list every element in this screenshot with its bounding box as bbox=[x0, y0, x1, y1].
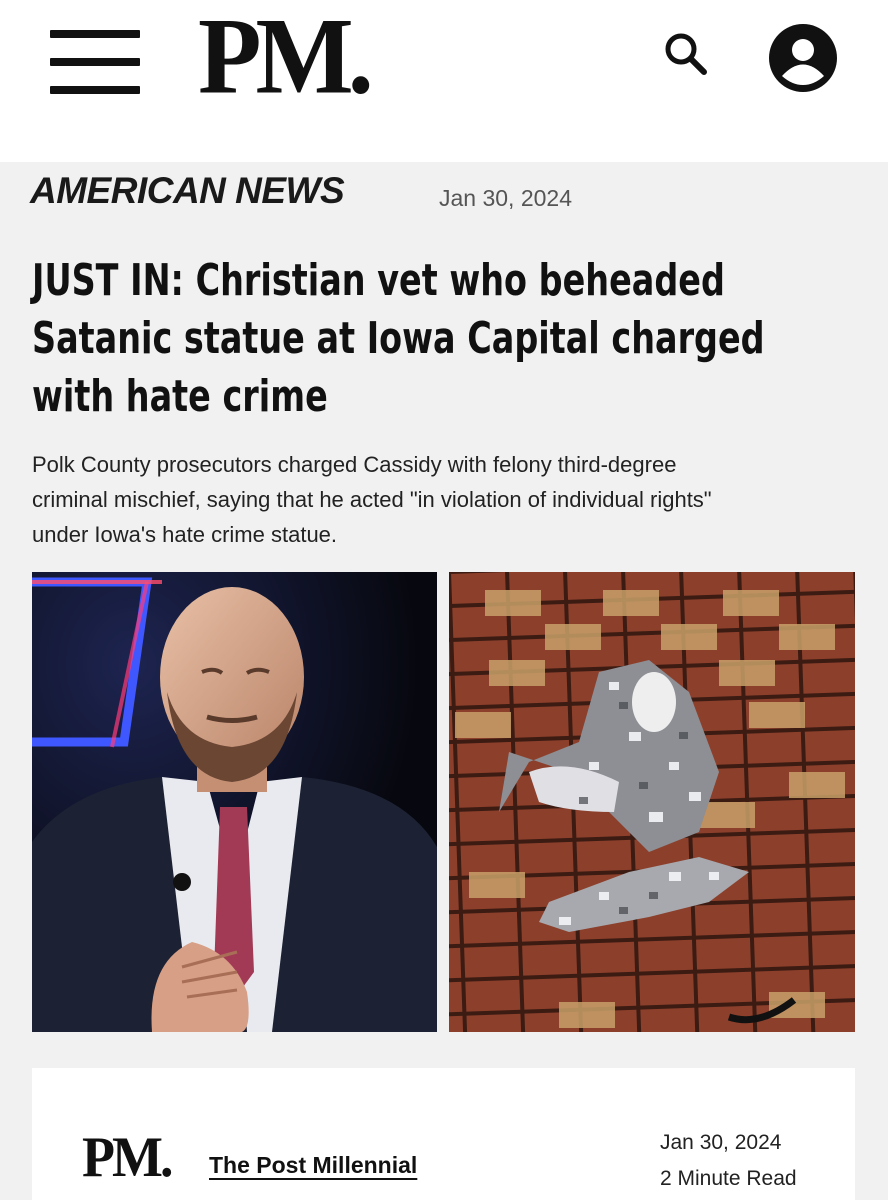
byline-card: PM. The Post Millennial Jan 30, 2024 2 M… bbox=[32, 1068, 855, 1200]
headline-line: Satanic statue at Iowa Capital charged bbox=[32, 313, 765, 364]
category-label[interactable]: AMERICAN NEWS bbox=[30, 170, 345, 212]
summary-line: Polk County prosecutors charged Cassidy … bbox=[32, 452, 677, 477]
article-summary: Polk County prosecutors charged Cassidy … bbox=[32, 447, 872, 552]
byline-date: Jan 30, 2024 bbox=[660, 1131, 782, 1154]
publisher-logo[interactable]: PM. bbox=[82, 1129, 173, 1186]
article-date: Jan 30, 2024 bbox=[439, 185, 573, 211]
statue-photo bbox=[449, 572, 855, 1032]
summary-line: under Iowa's hate crime statue. bbox=[32, 522, 338, 547]
headline-line: JUST IN: Christian vet who beheaded bbox=[32, 255, 725, 306]
article-headline: JUST IN: Christian vet who beheaded Sata… bbox=[32, 252, 765, 426]
read-time: 2 Minute Read bbox=[660, 1167, 797, 1190]
summary-line: criminal mischief, saying that he acted … bbox=[32, 487, 712, 512]
article-meta: AMERICAN NEWS Jan 30, 2024 bbox=[30, 170, 860, 220]
speaker-photo bbox=[32, 572, 437, 1032]
site-logo[interactable]: PM. bbox=[198, 1, 374, 111]
site-header: PM. bbox=[0, 0, 888, 162]
user-account-icon[interactable] bbox=[768, 23, 838, 93]
search-icon[interactable] bbox=[660, 28, 710, 78]
hamburger-menu-icon[interactable] bbox=[50, 30, 140, 94]
author-link[interactable]: The Post Millennial bbox=[209, 1152, 417, 1179]
headline-line: with hate crime bbox=[32, 371, 328, 422]
